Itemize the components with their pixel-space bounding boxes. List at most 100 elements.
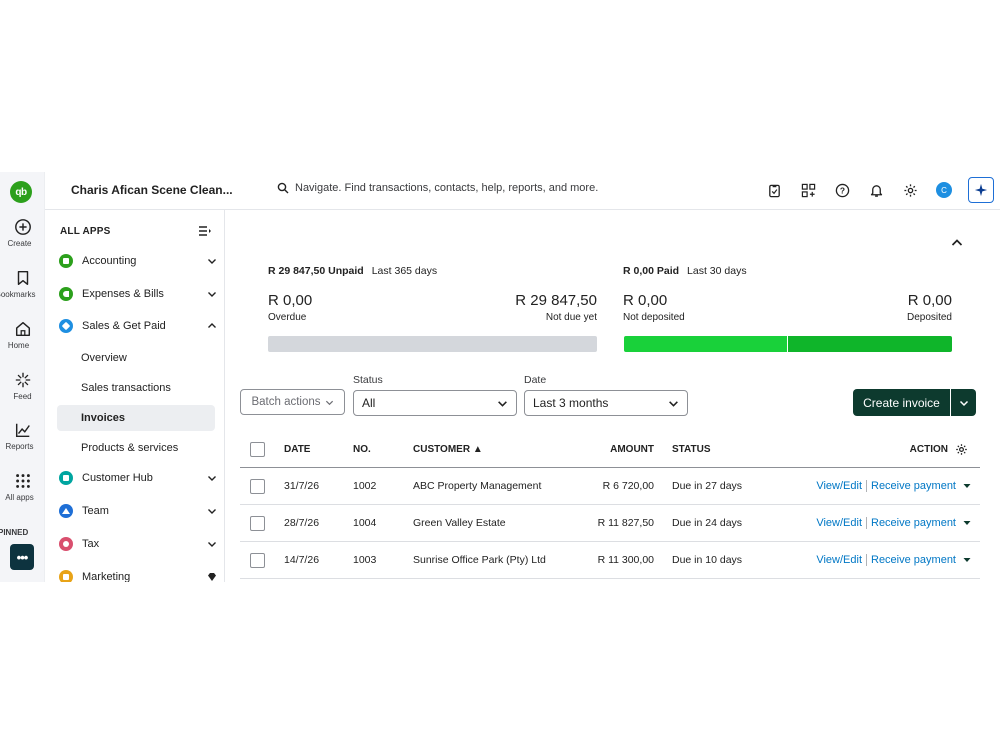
not-due-amount[interactable]: R 29 847,50 bbox=[515, 292, 597, 309]
rail-create[interactable]: Create bbox=[0, 218, 45, 248]
batch-actions-label: Batch actions bbox=[251, 396, 321, 408]
create-invoice-dropdown[interactable] bbox=[951, 389, 976, 416]
customer-hub-icon bbox=[59, 471, 73, 485]
col-date[interactable]: DATE bbox=[284, 432, 310, 467]
status-filter-select[interactable]: All bbox=[353, 390, 517, 416]
row-customer: Green Valley Estate bbox=[413, 517, 506, 529]
rail-feed[interactable]: Feed bbox=[0, 371, 45, 401]
rail-all-apps[interactable]: All apps bbox=[0, 472, 45, 502]
company-name[interactable]: Charis Afican Scene Clean... bbox=[71, 183, 233, 197]
receive-payment-link[interactable]: Receive payment bbox=[871, 517, 956, 529]
sidebar-item-label: Expenses & Bills bbox=[82, 288, 164, 300]
rail-home-label: Home bbox=[7, 341, 30, 350]
sidebar-item-tax[interactable]: Tax bbox=[59, 533, 217, 555]
select-all-cell bbox=[250, 432, 265, 467]
col-status[interactable]: STATUS bbox=[672, 432, 711, 467]
col-no[interactable]: NO. bbox=[353, 432, 371, 467]
create-invoice-button[interactable]: Create invoice bbox=[853, 389, 950, 416]
chevron-down-icon bbox=[208, 509, 216, 514]
receive-payment-link[interactable]: Receive payment bbox=[871, 554, 956, 566]
sidebar-item-label: Accounting bbox=[82, 255, 137, 267]
collapse-menu-icon[interactable] bbox=[198, 224, 212, 238]
global-search[interactable]: Navigate. Find transactions, contacts, h… bbox=[277, 182, 598, 194]
grid-icon bbox=[15, 474, 30, 488]
not-deposited-label: Not deposited bbox=[623, 312, 685, 323]
row-actions: View/Edit Receive payment bbox=[816, 468, 972, 504]
table-row[interactable]: 28/7/26 1004 Green Valley Estate R 11 82… bbox=[240, 505, 980, 542]
view-edit-link[interactable]: View/Edit bbox=[816, 480, 862, 492]
receive-payment-link[interactable]: Receive payment bbox=[871, 480, 956, 492]
caret-down-icon[interactable] bbox=[962, 481, 972, 491]
row-checkbox[interactable] bbox=[250, 552, 265, 568]
help-button[interactable]: ? bbox=[832, 180, 852, 200]
table-row[interactable]: 14/7/26 1003 Sunrise Office Park (Pty) L… bbox=[240, 542, 980, 579]
marketing-icon bbox=[59, 570, 73, 582]
date-filter-label: Date bbox=[524, 374, 547, 386]
row-checkbox[interactable] bbox=[250, 515, 265, 531]
quickbooks-logo[interactable]: qb bbox=[10, 181, 32, 203]
tasks-button[interactable] bbox=[764, 180, 784, 200]
sidebar-item-accounting[interactable]: Accounting bbox=[59, 250, 217, 272]
bell-icon bbox=[870, 184, 882, 197]
col-customer[interactable]: CUSTOMER ▲ bbox=[413, 432, 483, 467]
diamond-icon bbox=[208, 573, 216, 581]
sidebar-item-sales[interactable]: Sales & Get Paid bbox=[59, 315, 217, 337]
sidebar-item-customer-hub[interactable]: Customer Hub bbox=[59, 467, 217, 489]
profile-button[interactable]: C bbox=[934, 180, 954, 200]
table-settings-button[interactable] bbox=[955, 432, 968, 467]
rail-reports[interactable]: Reports bbox=[0, 421, 45, 451]
paid-summary-title: R 0,00 Paid Last 30 days bbox=[623, 265, 747, 277]
chevron-down-icon bbox=[498, 400, 507, 407]
apps-sidebar: ALL APPS Accounting Expenses & Bills Sal… bbox=[45, 210, 225, 582]
unpaid-total: R 29 847,50 Unpaid bbox=[268, 265, 364, 277]
chevron-up-icon[interactable] bbox=[950, 236, 964, 250]
row-date: 28/7/26 bbox=[284, 517, 320, 529]
assistant-button[interactable] bbox=[968, 177, 994, 203]
apps-switch-button[interactable] bbox=[798, 180, 818, 200]
select-all-checkbox[interactable] bbox=[250, 442, 265, 457]
col-action: ACTION bbox=[909, 444, 948, 455]
not-deposited-amount[interactable]: R 0,00 bbox=[623, 292, 667, 309]
status-filter-label: Status bbox=[353, 374, 383, 386]
notifications-button[interactable] bbox=[866, 180, 886, 200]
action-divider bbox=[866, 517, 867, 529]
clipboard-icon bbox=[768, 184, 780, 197]
sidebar-item-expenses[interactable]: Expenses & Bills bbox=[59, 283, 217, 305]
tax-icon bbox=[59, 537, 73, 551]
caret-down-icon[interactable] bbox=[962, 555, 972, 565]
action-divider bbox=[866, 554, 867, 566]
search-placeholder: Navigate. Find transactions, contacts, h… bbox=[295, 182, 599, 194]
sidebar-sub-invoices[interactable]: Invoices bbox=[57, 405, 215, 431]
view-edit-link[interactable]: View/Edit bbox=[816, 517, 862, 529]
caret-down-icon[interactable] bbox=[962, 518, 972, 528]
settings-button[interactable] bbox=[900, 180, 920, 200]
rail-feed-label: Feed bbox=[13, 392, 32, 401]
col-amount[interactable]: AMOUNT bbox=[610, 432, 654, 467]
row-customer: ABC Property Management bbox=[413, 480, 542, 492]
date-filter-select[interactable]: Last 3 months bbox=[524, 390, 688, 416]
sidebar-sub-products-services[interactable]: Products & services bbox=[57, 435, 215, 461]
rail-home[interactable]: Home bbox=[0, 320, 45, 350]
view-edit-link[interactable]: View/Edit bbox=[816, 554, 862, 566]
sidebar-sub-overview[interactable]: Overview bbox=[57, 345, 215, 371]
deposited-amount[interactable]: R 0,00 bbox=[908, 292, 952, 309]
rail-bookmarks[interactable]: Bookmarks bbox=[0, 269, 45, 299]
sidebar-item-label: Sales & Get Paid bbox=[82, 320, 166, 332]
not-deposited-bar[interactable] bbox=[624, 336, 787, 352]
batch-actions-button[interactable]: Batch actions bbox=[240, 389, 345, 415]
row-checkbox[interactable] bbox=[250, 478, 265, 494]
rail-more-button[interactable]: ••• bbox=[10, 544, 34, 570]
apps-switch-icon bbox=[801, 183, 815, 197]
deposited-bar[interactable] bbox=[788, 336, 952, 352]
sidebar-item-marketing[interactable]: Marketing bbox=[59, 566, 217, 582]
unpaid-progress-bar[interactable] bbox=[268, 336, 597, 352]
overdue-label: Overdue bbox=[268, 312, 307, 323]
row-actions: View/Edit Receive payment bbox=[816, 542, 972, 578]
table-row[interactable]: 31/7/26 1002 ABC Property Management R 6… bbox=[240, 468, 980, 505]
sidebar-item-team[interactable]: Team bbox=[59, 500, 217, 522]
overdue-amount[interactable]: R 0,00 bbox=[268, 292, 312, 309]
sidebar-sub-sales-transactions[interactable]: Sales transactions bbox=[57, 375, 215, 401]
rail-create-label: Create bbox=[7, 239, 32, 248]
expenses-icon bbox=[59, 287, 73, 301]
table-header-row: DATE NO. CUSTOMER ▲ AMOUNT STATUS ACTION bbox=[240, 432, 980, 468]
